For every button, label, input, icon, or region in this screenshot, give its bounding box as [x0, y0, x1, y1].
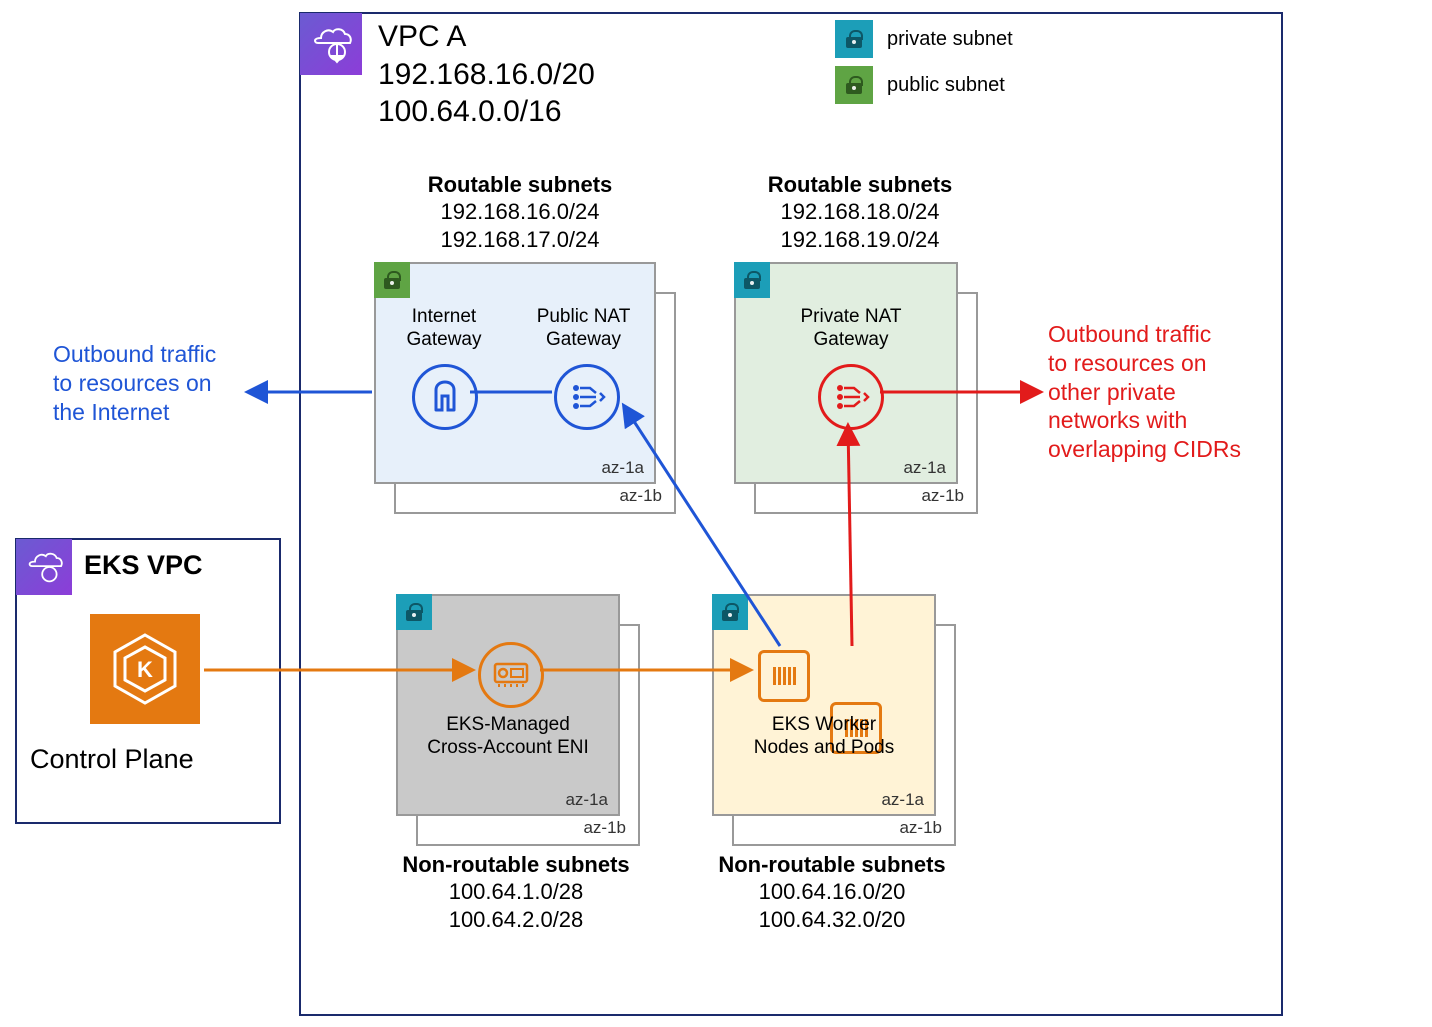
control-plane-label: Control Plane — [30, 744, 194, 775]
routable-left-stack: Internet Gateway Public NAT Gateway az-1… — [374, 262, 674, 512]
legend-private-label: private subnet — [887, 28, 1013, 51]
nonroutable-left-cidr1: 100.64.1.0/28 — [376, 878, 656, 906]
private-net-annotation: Outbound traffic to resources on other p… — [1048, 320, 1241, 464]
legend-private-icon — [835, 20, 873, 58]
legend-public-label: public subnet — [887, 74, 1005, 97]
internet-annotation: Outbound traffic to resources on the Int… — [53, 340, 216, 426]
vpc-a-name: VPC A — [378, 18, 595, 56]
routable-left-heading: Routable subnets — [380, 172, 660, 198]
routable-right-stack: Private NAT Gateway az-1a az-1b — [734, 262, 994, 512]
routable-right-heading: Routable subnets — [720, 172, 1000, 198]
nonroutable-right-az2: az-1b — [732, 624, 952, 842]
nonroutable-left-heading: Non-routable subnets — [376, 852, 656, 878]
legend-public-icon — [835, 66, 873, 104]
vpc-a-cidr2: 100.64.0.0/16 — [378, 93, 595, 131]
nonroutable-left-heading-block: Non-routable subnets 100.64.1.0/28 100.6… — [376, 852, 656, 933]
routable-left-cidr2: 192.168.17.0/24 — [380, 226, 660, 254]
vpc-a-cidr1: 192.168.16.0/20 — [378, 56, 595, 94]
nonroutable-right-cidr1: 100.64.16.0/20 — [692, 878, 972, 906]
nonroutable-left-az2: az-1b — [416, 624, 636, 842]
eks-vpc-icon — [16, 539, 72, 595]
nonroutable-left-cidr2: 100.64.2.0/28 — [376, 906, 656, 934]
nonroutable-right-heading-block: Non-routable subnets 100.64.16.0/20 100.… — [692, 852, 972, 933]
legend: private subnet public subnet — [835, 20, 1013, 104]
routable-left-heading-block: Routable subnets 192.168.16.0/24 192.168… — [380, 172, 660, 253]
routable-right-cidr2: 192.168.19.0/24 — [720, 226, 1000, 254]
nonroutable-right-cidr2: 100.64.32.0/20 — [692, 906, 972, 934]
routable-right-heading-block: Routable subnets 192.168.18.0/24 192.168… — [720, 172, 1000, 253]
nonroutable-left-stack: EKS-Managed Cross-Account ENI az-1a az-1… — [396, 594, 656, 844]
vpc-a-icon — [300, 13, 362, 75]
nonroutable-right-stack: EKS Worker Nodes and Pods az-1a az-1b — [712, 594, 972, 844]
vpc-a-title: VPC A 192.168.16.0/20 100.64.0.0/16 — [378, 18, 595, 131]
eks-vpc-title: EKS VPC — [84, 550, 203, 581]
svg-text:K: K — [137, 657, 153, 682]
routable-right-az2: az-1b — [754, 292, 974, 510]
nonroutable-right-heading: Non-routable subnets — [692, 852, 972, 878]
routable-left-az2: az-1b — [394, 292, 672, 510]
routable-right-cidr1: 192.168.18.0/24 — [720, 198, 1000, 226]
eks-control-plane-icon: K — [90, 614, 200, 724]
routable-left-cidr1: 192.168.16.0/24 — [380, 198, 660, 226]
